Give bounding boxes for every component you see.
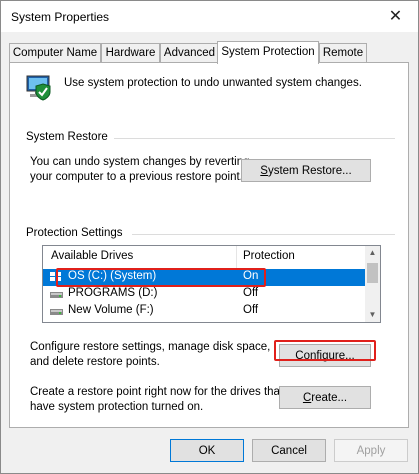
create-button[interactable]: Create... xyxy=(279,386,371,409)
drive-name: PROGRAMS (D:) xyxy=(68,287,158,299)
group-divider xyxy=(132,234,395,235)
cancel-button[interactable]: Cancel xyxy=(252,439,326,462)
system-protection-panel: Use system protection to undo unwanted s… xyxy=(9,62,409,428)
system-properties-window: System Properties ✕ Computer Name Hardwa… xyxy=(0,0,419,474)
configure-desc-line2: and delete restore points. xyxy=(30,356,160,368)
scroll-thumb[interactable] xyxy=(367,263,378,283)
system-restore-label: System Restore xyxy=(26,131,108,143)
configure-description: Configure restore settings, manage disk … xyxy=(30,340,270,370)
apply-button: Apply xyxy=(334,439,408,462)
ok-button[interactable]: OK xyxy=(170,439,244,462)
tab-remote[interactable]: Remote xyxy=(319,43,367,62)
close-icon[interactable]: ✕ xyxy=(373,1,418,32)
system-restore-desc-line1: You can undo system changes by reverting xyxy=(30,156,250,168)
computer-shield-icon xyxy=(26,75,51,101)
system-restore-description: You can undo system changes by reverting… xyxy=(30,155,250,185)
system-restore-button-label: ystem Restore... xyxy=(267,164,352,177)
drive-row-new-volume-f[interactable]: New Volume (F:) Off xyxy=(43,303,365,320)
tab-system-protection[interactable]: System Protection xyxy=(217,41,319,64)
hard-drive-icon xyxy=(50,309,63,315)
create-desc-line2: have system protection turned on. xyxy=(30,401,204,413)
tab-advanced[interactable]: Advanced xyxy=(160,43,219,62)
intro-text: Use system protection to undo unwanted s… xyxy=(64,77,362,89)
create-button-accel: C xyxy=(302,391,312,404)
create-button-label: reate... xyxy=(311,391,348,404)
column-protection[interactable]: Protection xyxy=(243,250,295,262)
drives-list-header: Available Drives Protection xyxy=(43,246,365,268)
system-restore-button[interactable]: System Restore... xyxy=(241,159,371,182)
column-available-drives[interactable]: Available Drives xyxy=(51,250,133,262)
drive-protection-status: Off xyxy=(243,287,259,299)
tab-computer-name[interactable]: Computer Name xyxy=(9,43,101,62)
tab-hardware[interactable]: Hardware xyxy=(101,43,160,62)
drive-protection-status: Off xyxy=(243,304,259,316)
configure-desc-line1: Configure restore settings, manage disk … xyxy=(30,341,271,353)
drives-list-scrollbar[interactable]: ▲ ▼ xyxy=(365,246,380,322)
hard-drive-icon xyxy=(50,292,63,298)
protection-settings-label: Protection Settings xyxy=(26,227,123,239)
window-title: System Properties xyxy=(11,10,110,24)
group-divider xyxy=(114,138,395,139)
scroll-down-arrow-icon[interactable]: ▼ xyxy=(365,308,380,322)
create-desc-line1: Create a restore point right now for the… xyxy=(30,386,284,398)
scroll-up-arrow-icon[interactable]: ▲ xyxy=(365,246,380,260)
title-bar: System Properties ✕ xyxy=(1,1,418,32)
highlight-box-configure xyxy=(274,340,376,361)
create-description: Create a restore point right now for the… xyxy=(30,385,283,415)
drive-name: New Volume (F:) xyxy=(68,304,154,316)
highlight-box-os-drive xyxy=(56,268,266,287)
drive-row-programs-d[interactable]: PROGRAMS (D:) Off xyxy=(43,286,365,303)
system-restore-button-accel: S xyxy=(260,164,268,177)
column-divider[interactable] xyxy=(236,246,237,268)
system-restore-desc-line2: your computer to a previous restore poin… xyxy=(30,171,243,183)
